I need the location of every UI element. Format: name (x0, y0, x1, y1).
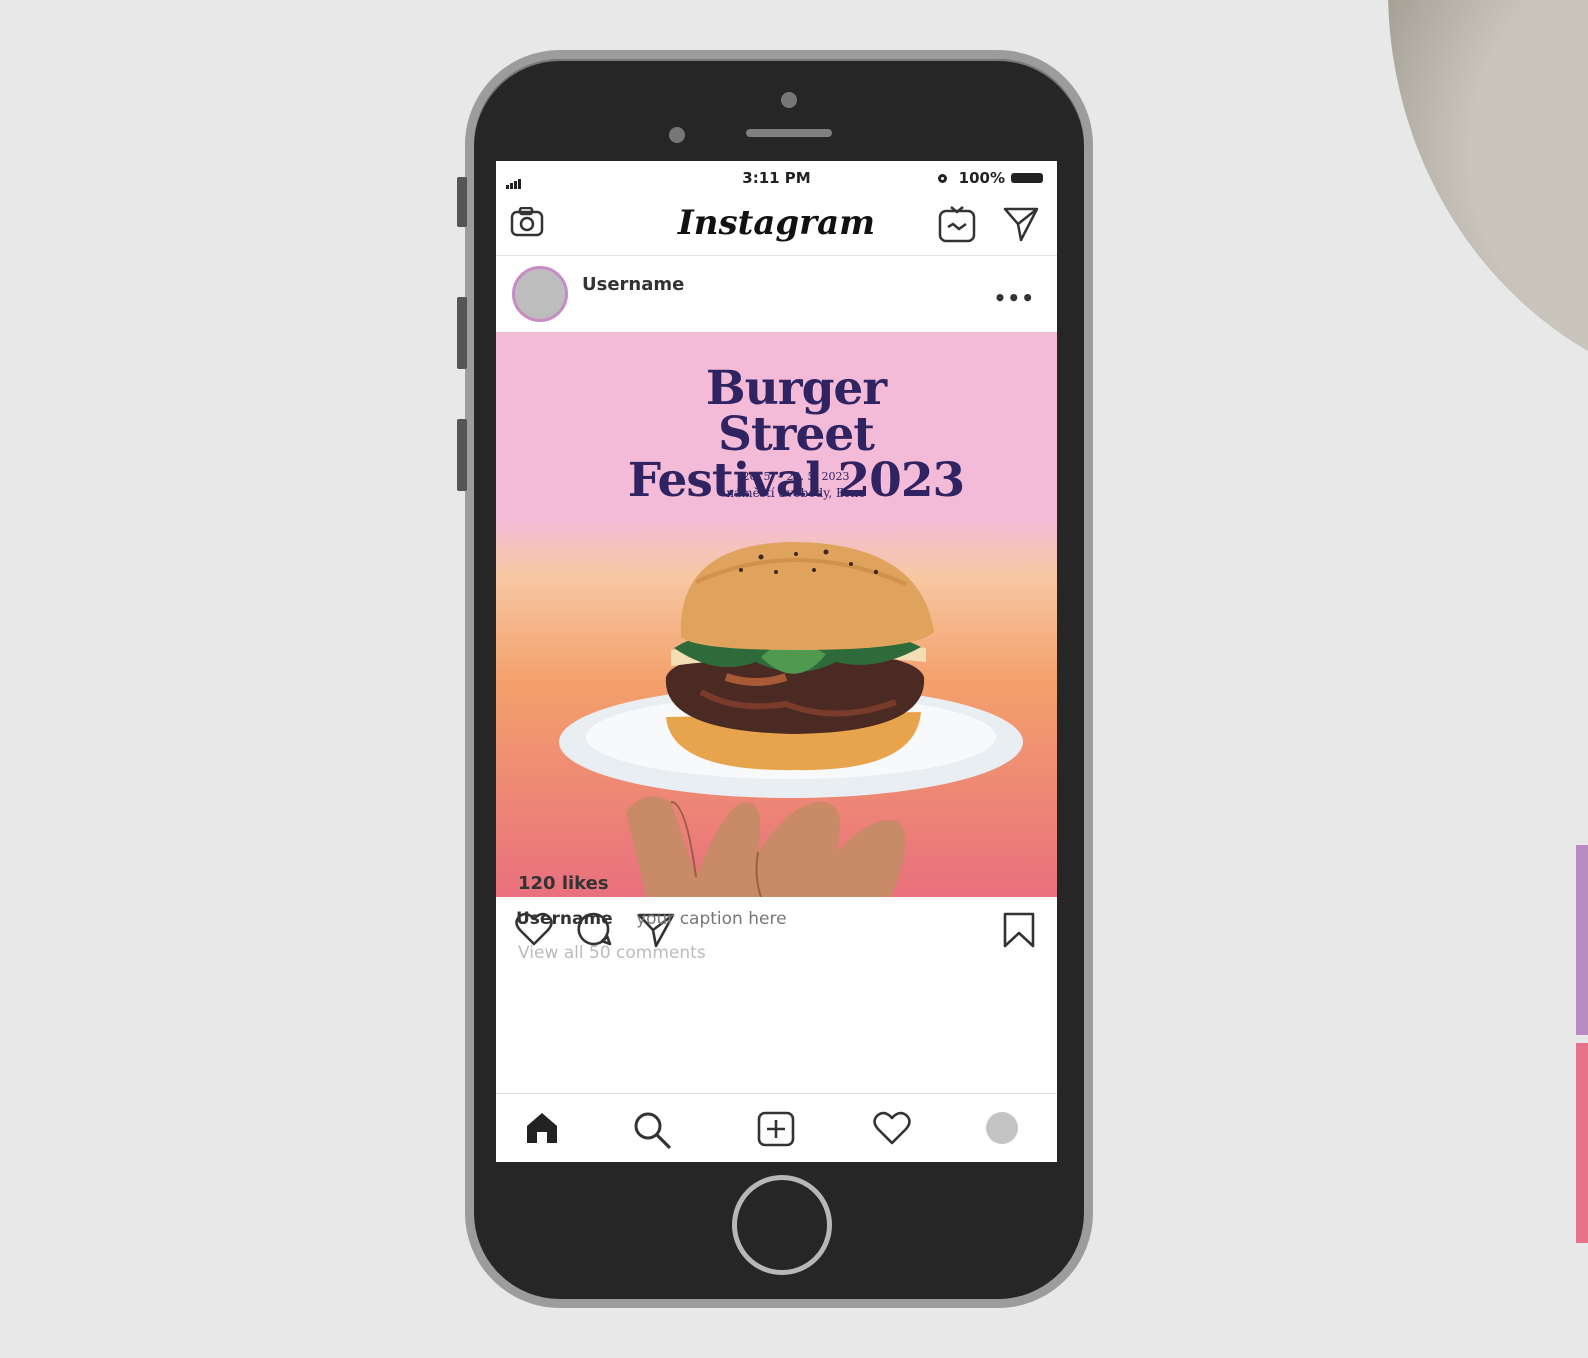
avatar[interactable] (512, 266, 568, 322)
likes-count[interactable]: 120 likes (518, 873, 609, 894)
battery-group: 100% (937, 169, 1043, 187)
more-options-icon[interactable]: ••• (994, 286, 1035, 310)
caption: Username your caption here (516, 909, 787, 929)
caption-text: your caption here (636, 909, 787, 929)
earpiece-speaker (746, 129, 832, 137)
paper-plane-icon[interactable] (1002, 205, 1040, 247)
status-bar: 3:11 PM 100% (496, 161, 1057, 193)
home-icon[interactable] (524, 1110, 560, 1150)
volume-up-button (457, 297, 467, 369)
background-decoration-pink (1576, 1043, 1588, 1243)
battery-icon (1011, 173, 1043, 183)
instagram-header: Instagram (496, 193, 1057, 256)
home-button[interactable] (732, 1175, 832, 1275)
background-decoration-photo (1388, 0, 1588, 430)
volume-down-button (457, 419, 467, 491)
battery-percent: 100% (958, 169, 1005, 187)
proximity-sensor (781, 92, 797, 108)
orientation-lock-icon (937, 173, 947, 183)
post-header: Username ••• (496, 256, 1057, 332)
caption-username[interactable]: Username (516, 909, 613, 929)
burger-on-plate-illustration (559, 542, 1023, 897)
phone-mockup: 3:11 PM 100% Instagram Username ••• Burg… (457, 50, 1093, 1308)
background-decoration-purple (1576, 845, 1588, 1035)
search-icon[interactable] (632, 1110, 672, 1154)
mute-switch (457, 177, 467, 227)
bookmark-icon[interactable] (1001, 911, 1037, 953)
front-camera (669, 127, 685, 143)
bottom-nav (496, 1093, 1057, 1162)
igtv-icon[interactable] (938, 205, 976, 247)
view-comments-link[interactable]: View all 50 comments (518, 943, 706, 963)
phone-screen: 3:11 PM 100% Instagram Username ••• Burg… (496, 161, 1057, 1162)
plus-square-icon[interactable] (756, 1110, 796, 1152)
heart-icon[interactable] (872, 1110, 912, 1150)
post-username[interactable]: Username (582, 274, 684, 295)
post-image[interactable]: Burger Street Festival 2023 26. 5. – 28.… (496, 332, 1057, 897)
profile-avatar-icon[interactable] (986, 1112, 1018, 1144)
